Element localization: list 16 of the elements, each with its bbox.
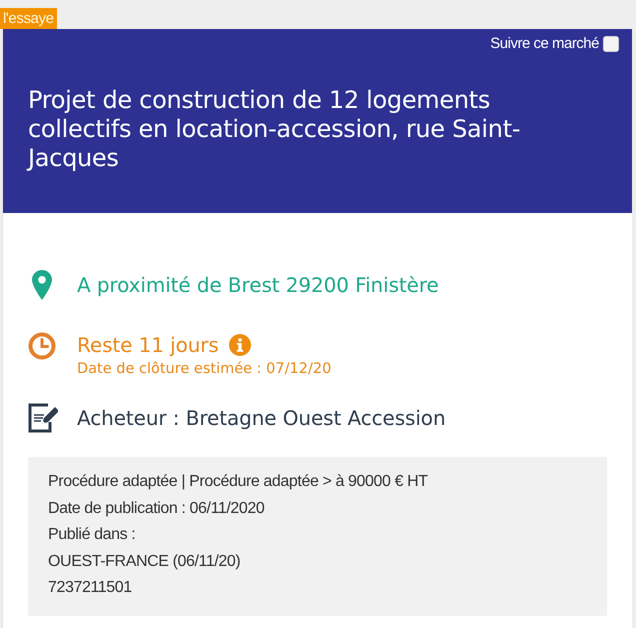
- closing-date-text: Date de clôture estimée : 07/12/20: [77, 360, 332, 378]
- checkbox-icon[interactable]: [603, 36, 619, 52]
- days-remaining-text: Reste 11 jours: [77, 332, 219, 359]
- info-line: 7237211501: [48, 578, 133, 598]
- clock-icon: [28, 332, 56, 360]
- buyer-text: Acheteur : Bretagne Ouest Accession: [77, 405, 446, 432]
- info-line: OUEST-FRANCE (06/11/20): [48, 552, 242, 572]
- document-pen-icon: [28, 403, 58, 433]
- follow-checkbox[interactable]: Suivre ce marché: [490, 35, 619, 53]
- location-pin-icon: [32, 270, 52, 300]
- info-line: Procédure adaptée | Procédure adaptée > à 90000 € HT: [48, 472, 429, 492]
- tag-label: l'essaye: [0, 8, 57, 29]
- location-text: A proximité de Brest 29200 Finistère: [77, 272, 439, 299]
- tender-title: Projet de construction de 12 logements collectifs en location-accession, rue Saint-Jacques: [28, 86, 522, 173]
- info-line: Date de publication : 06/11/2020: [48, 498, 266, 519]
- info-line: Publié dans :: [48, 525, 136, 546]
